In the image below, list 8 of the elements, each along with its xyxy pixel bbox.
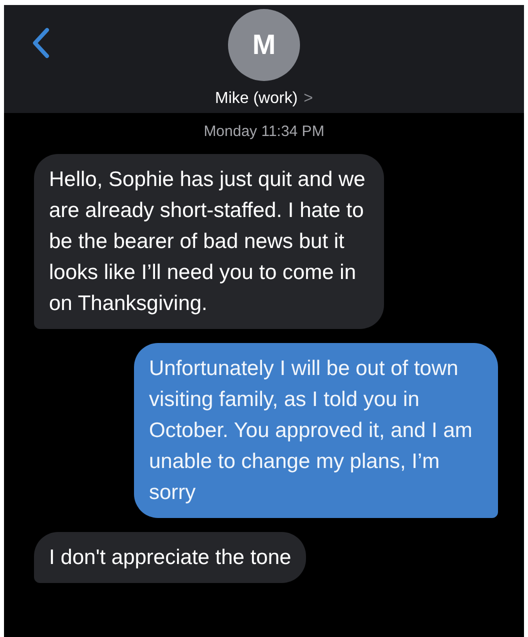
contact-name[interactable]: Mike (work)	[214, 87, 298, 111]
back-icon[interactable]	[32, 27, 50, 59]
message-bubble: I don't appreciate the tone	[34, 532, 306, 582]
chevron-icon: >	[304, 87, 313, 111]
contact-avatar[interactable]: M	[228, 9, 300, 81]
message-timestamp: Monday 11:34 PM	[204, 122, 324, 142]
message-bubble: Hello, Sophie has just quit and we are already short-staffed. I hate to be the bearer of bad news but it looks like I’ll need you to come in on Thanksgiving.	[34, 154, 384, 328]
message-bubble: Unfortunately I will be out of town visiting family, as I told you in October. You approved it, and I am unable to change my plans, I’m sorry	[134, 342, 498, 518]
